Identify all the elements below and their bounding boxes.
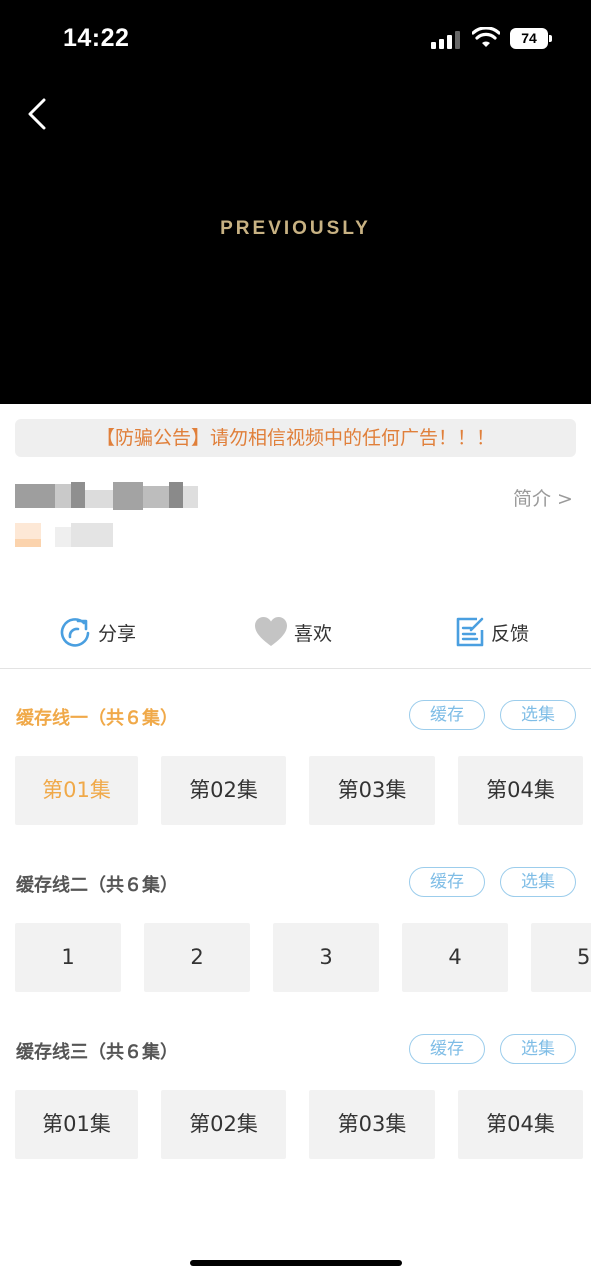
cellular-signal-icon xyxy=(431,31,461,49)
battery-tip xyxy=(549,35,552,42)
status-bar: 14:22 74 xyxy=(0,0,591,80)
video-overlay-text: PREVIOUSLY xyxy=(220,218,371,239)
video-meta-blurred xyxy=(15,523,115,547)
episode-item[interactable]: 第04集 xyxy=(458,756,583,825)
episode-item[interactable]: 3 xyxy=(273,923,379,992)
video-title-blurred xyxy=(15,482,198,510)
anti-fraud-notice: 【防骗公告】请勿相信视频中的任何广告！！！ xyxy=(15,419,576,457)
episode-item[interactable]: 第04集 xyxy=(458,1090,583,1159)
heart-icon xyxy=(255,617,287,646)
line-1-title: 缓存线一（共６集） xyxy=(16,708,178,729)
episode-item[interactable]: 5 xyxy=(531,923,591,992)
video-player[interactable]: 14:22 74 PREVIOUSLY xyxy=(0,0,591,404)
share-icon xyxy=(60,618,90,647)
back-chevron-icon[interactable] xyxy=(22,96,54,132)
feedback-label: 反馈 xyxy=(491,622,530,645)
feedback-edit-icon xyxy=(456,617,484,647)
share-button[interactable]: 分享 xyxy=(58,606,136,658)
episode-item[interactable]: 2 xyxy=(144,923,250,992)
line-2-cache-button[interactable]: 缓存 xyxy=(409,867,485,897)
line-1-cache-button[interactable]: 缓存 xyxy=(409,700,485,730)
episode-item[interactable]: 1 xyxy=(15,923,121,992)
episode-item[interactable]: 第02集 xyxy=(161,756,286,825)
line-3-title: 缓存线三（共６集） xyxy=(16,1042,178,1063)
line-2-select-button[interactable]: 选集 xyxy=(500,867,576,897)
line-3-cache-button[interactable]: 缓存 xyxy=(409,1034,485,1064)
episode-item[interactable]: 第02集 xyxy=(161,1090,286,1159)
episode-item[interactable]: 第03集 xyxy=(309,1090,435,1159)
line-2-title: 缓存线二（共６集） xyxy=(16,875,178,896)
share-label: 分享 xyxy=(98,622,137,645)
wifi-icon xyxy=(472,27,500,47)
divider xyxy=(0,668,591,669)
intro-link[interactable]: 简介 > xyxy=(513,484,573,511)
like-label: 喜欢 xyxy=(294,622,333,645)
status-time: 14:22 xyxy=(63,24,130,52)
episode-item[interactable]: 第03集 xyxy=(309,756,435,825)
action-bar: 分享 喜欢 反馈 xyxy=(0,606,591,658)
episode-item[interactable]: 4 xyxy=(402,923,508,992)
battery-indicator: 74 xyxy=(510,28,548,49)
episode-item[interactable]: 第01集 xyxy=(15,1090,138,1159)
like-button[interactable]: 喜欢 xyxy=(254,606,332,658)
feedback-button[interactable]: 反馈 xyxy=(455,606,529,658)
line-1-select-button[interactable]: 选集 xyxy=(500,700,576,730)
line-3-select-button[interactable]: 选集 xyxy=(500,1034,576,1064)
home-indicator[interactable] xyxy=(190,1260,402,1266)
episode-item[interactable]: 第01集 xyxy=(15,756,138,825)
